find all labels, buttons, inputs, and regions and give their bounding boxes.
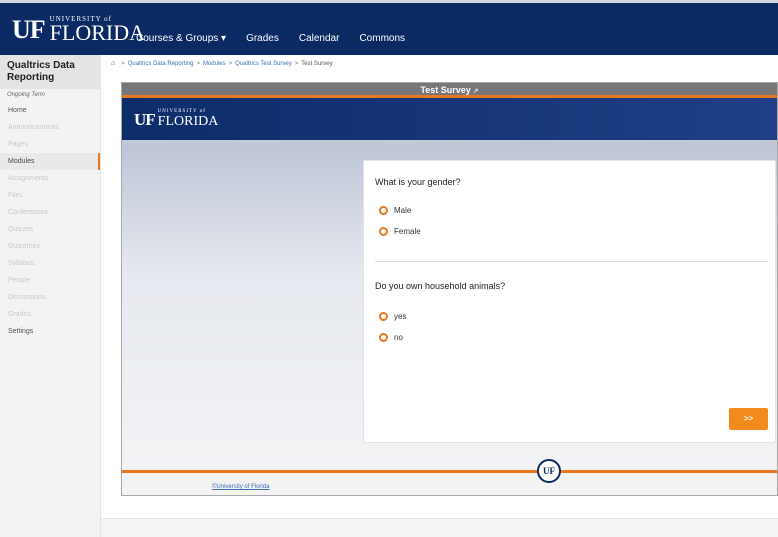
radio-button[interactable] (379, 333, 388, 342)
external-link-icon[interactable]: ↗ (473, 88, 479, 95)
nav-grades[interactable]: Grades (246, 33, 279, 44)
question-card: What is your gender? Male Female Do you … (363, 160, 776, 443)
global-nav: Courses & Groups ▾ Grades Calendar Commo… (136, 33, 425, 44)
course-term: Ongoing Term (7, 92, 45, 98)
sidebar-item-discussions[interactable]: Discussions (0, 289, 100, 306)
radio-button[interactable] (379, 227, 388, 236)
course-title[interactable]: Qualtrics Data Reporting (0, 55, 100, 89)
copyright-link[interactable]: ©University of Florida (212, 484, 269, 490)
next-button[interactable]: >> (729, 408, 768, 430)
uf-logo[interactable]: UF UNIVERSITY of FLORIDA (12, 15, 146, 45)
option-label: no (394, 333, 403, 342)
sidebar-item-pages[interactable]: Pages (0, 136, 100, 153)
option-yes[interactable]: yes (379, 312, 406, 321)
breadcrumb-modules[interactable]: Modules (203, 61, 226, 67)
radio-button[interactable] (379, 206, 388, 215)
option-label: Male (394, 206, 412, 215)
option-label: yes (394, 312, 407, 321)
survey-title-bar: Test Survey ↗ (122, 83, 777, 98)
nav-calendar[interactable]: Calendar (299, 33, 340, 44)
logo-florida-text: FLORIDA (49, 20, 146, 45)
breadcrumb-course[interactable]: Qualtrics Data Reporting (128, 61, 194, 67)
sidebar-item-grades[interactable]: Grades (0, 306, 100, 323)
option-female[interactable]: Female (379, 227, 421, 236)
breadcrumb: ⌂ > Qualtrics Data Reporting > Modules >… (111, 60, 333, 67)
sidebar-item-quizzes[interactable]: Quizzes (0, 221, 100, 238)
sidebar-item-settings[interactable]: Settings (0, 323, 100, 340)
option-no[interactable]: no (379, 333, 403, 342)
option-male[interactable]: Male (379, 206, 411, 215)
sidebar-item-outcomes[interactable]: Outcomes (0, 238, 100, 255)
logo-uf-text: UF (12, 15, 46, 44)
sidebar-item-syllabus[interactable]: Syllabus (0, 255, 100, 272)
global-header: UF UNIVERSITY of FLORIDA Courses & Group… (0, 0, 778, 55)
home-icon[interactable]: ⌂ (111, 60, 115, 67)
survey-title: Test Survey (420, 85, 471, 95)
question-animals: Do you own household animals? (375, 281, 506, 291)
option-label: Female (394, 227, 421, 236)
banner-florida-text: FLORIDA (157, 114, 219, 129)
sidebar-item-assignments[interactable]: Assignments (0, 170, 100, 187)
breadcrumb-current: Test Survey (301, 60, 333, 67)
question-gender: What is your gender? (375, 177, 461, 187)
uf-seal-icon: UF (537, 459, 561, 483)
nav-courses-groups[interactable]: Courses & Groups ▾ (136, 33, 226, 44)
survey-frame: Test Survey ↗ UF UNIVERSITY of FLORIDA Wh… (121, 82, 778, 496)
course-sidebar: Qualtrics Data Reporting Ongoing Term Ho… (0, 55, 101, 537)
radio-button[interactable] (379, 312, 388, 321)
sidebar-item-announcements[interactable]: Announcements (0, 119, 100, 136)
sidebar-item-files[interactable]: Files (0, 187, 100, 204)
banner-uf-text: UF (134, 110, 156, 129)
banner-uf-logo: UF UNIVERSITY of FLORIDA (134, 109, 219, 129)
nav-commons[interactable]: Commons (359, 33, 405, 44)
sidebar-item-conferences[interactable]: Conferences (0, 204, 100, 221)
breadcrumb-module-item[interactable]: Qualtrics Test Survey (235, 61, 292, 67)
content-bottom-strip (101, 518, 778, 537)
sidebar-item-home[interactable]: Home (0, 102, 100, 119)
question-divider (375, 261, 768, 262)
sidebar-item-people[interactable]: People (0, 272, 100, 289)
sidebar-item-modules[interactable]: Modules (0, 153, 100, 170)
survey-banner: UF UNIVERSITY of FLORIDA (122, 98, 777, 140)
